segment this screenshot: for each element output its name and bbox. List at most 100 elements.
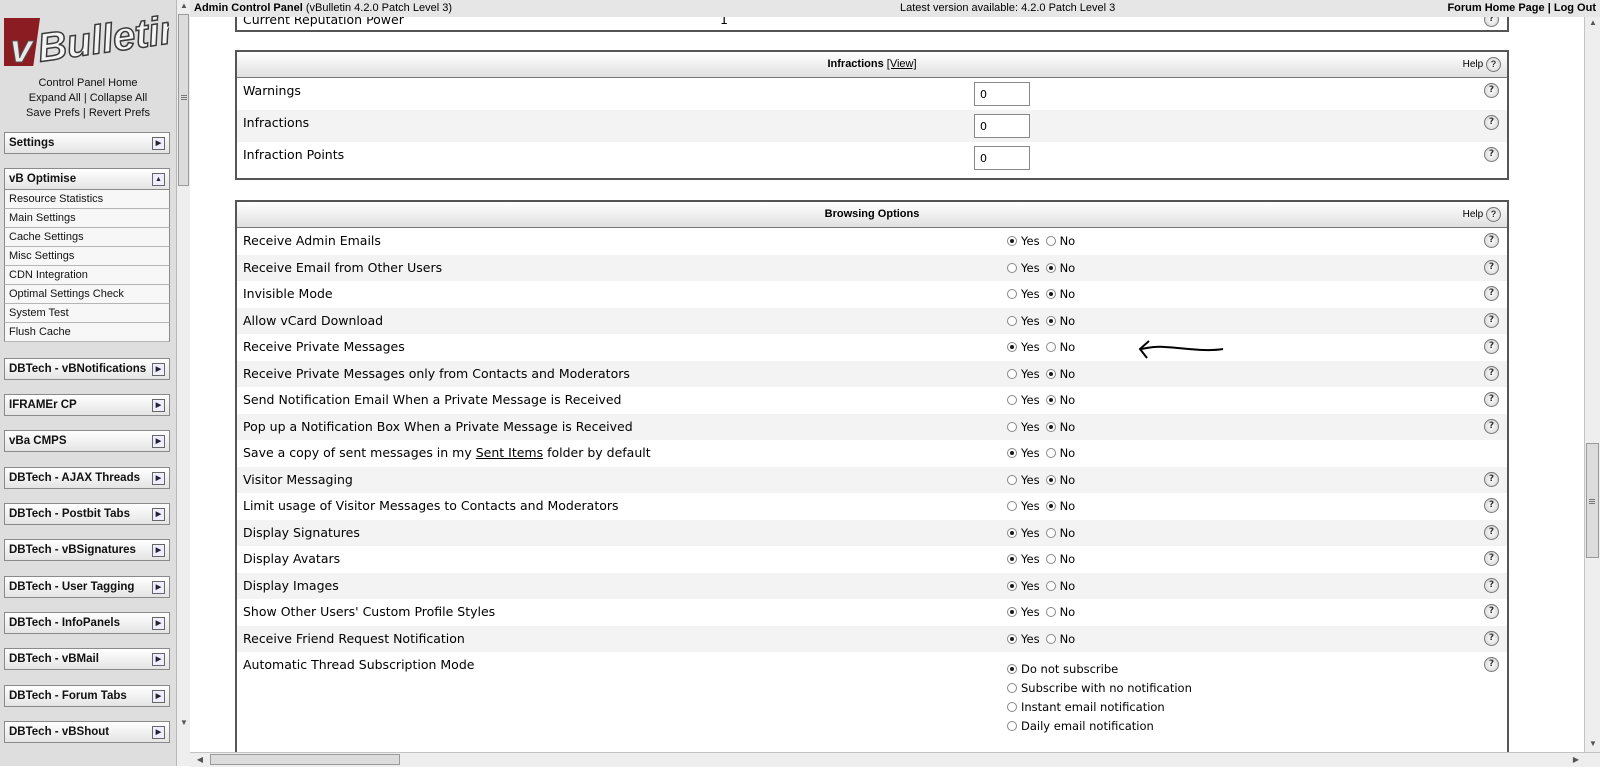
radio-button[interactable] — [1007, 289, 1017, 299]
expand-arrow-icon[interactable]: ▶ — [152, 363, 165, 376]
radio-button[interactable] — [1007, 236, 1017, 246]
radio-yes[interactable]: Yes — [1007, 526, 1040, 540]
nav-item-optimal-settings-check[interactable]: Optimal Settings Check — [4, 285, 170, 304]
subscription-option[interactable]: Subscribe with no notification — [1007, 679, 1192, 698]
radio-button[interactable] — [1045, 342, 1056, 352]
radio-button[interactable] — [1007, 262, 1017, 273]
expand-arrow-icon[interactable]: ▶ — [152, 472, 165, 485]
radio-yes[interactable]: Yes — [1007, 632, 1040, 646]
subscription-option[interactable]: Instant email notification — [1007, 698, 1192, 717]
radio-button[interactable] — [1007, 721, 1017, 731]
help-icon[interactable]: ? — [1484, 550, 1499, 566]
help-icon[interactable]: ? — [1484, 524, 1499, 540]
nav-group-header[interactable]: DBTech - vBNotifications ▶ — [4, 358, 170, 380]
radio-button[interactable] — [1045, 262, 1056, 273]
radio-button[interactable] — [1007, 474, 1017, 485]
help-icon[interactable]: ? — [1484, 114, 1499, 130]
nav-group-header[interactable]: vB Optimise ▲ — [4, 168, 170, 190]
scrollbar-thumb[interactable] — [210, 754, 400, 765]
control-panel-home-link[interactable]: Control Panel Home — [38, 77, 137, 89]
radio-no[interactable]: No — [1045, 340, 1075, 354]
help-icon[interactable]: ? — [1484, 603, 1499, 619]
expand-arrow-icon[interactable]: ▶ — [152, 581, 165, 594]
help-icon[interactable]: ? — [1484, 82, 1499, 98]
expand-arrow-icon[interactable]: ▶ — [152, 435, 165, 448]
radio-no[interactable]: No — [1045, 261, 1075, 275]
radio-button[interactable] — [1007, 554, 1017, 564]
radio-yes[interactable]: Yes — [1007, 261, 1040, 275]
radio-button[interactable] — [1007, 607, 1017, 617]
radio-button[interactable] — [1045, 368, 1056, 379]
help-link[interactable]: Help ? — [1463, 52, 1501, 77]
page-scrollbar[interactable]: ▲ ▼ — [1584, 17, 1600, 752]
nav-item-system-test[interactable]: System Test — [4, 304, 170, 323]
nav-item-misc-settings[interactable]: Misc Settings — [4, 247, 170, 266]
nav-group-header[interactable]: DBTech - vBSignatures ▶ — [4, 539, 170, 561]
radio-yes[interactable]: Yes — [1007, 420, 1040, 434]
radio-yes[interactable]: Yes — [1007, 446, 1040, 460]
radio-no[interactable]: No — [1045, 287, 1075, 301]
radio-button[interactable] — [1045, 289, 1056, 299]
infractions-input[interactable]: 0 — [974, 114, 1030, 138]
radio-button[interactable] — [1045, 474, 1056, 485]
scroll-down-arrow-icon[interactable]: ▼ — [1585, 738, 1600, 750]
nav-scrollbar[interactable]: ▲ ▼ — [176, 0, 190, 766]
expand-arrow-icon[interactable]: ▶ — [152, 617, 165, 630]
nav-item-resource-statistics[interactable]: Resource Statistics — [4, 190, 170, 209]
help-icon[interactable]: ? — [1484, 312, 1499, 328]
radio-no[interactable]: No — [1045, 526, 1075, 540]
radio-no[interactable]: No — [1045, 314, 1075, 328]
expand-arrow-icon[interactable]: ▶ — [152, 399, 165, 412]
nav-group-header[interactable]: DBTech - InfoPanels ▶ — [4, 612, 170, 634]
scroll-right-arrow-icon[interactable]: ▶ — [1570, 754, 1582, 766]
collapse-arrow-icon[interactable]: ▲ — [152, 173, 165, 186]
help-icon[interactable]: ? — [1484, 232, 1499, 248]
nav-group-header[interactable]: DBTech - vBMail ▶ — [4, 648, 170, 670]
expand-arrow-icon[interactable]: ▶ — [152, 690, 165, 703]
radio-button[interactable] — [1045, 554, 1056, 564]
radio-yes[interactable]: Yes — [1007, 367, 1040, 381]
radio-button[interactable] — [1045, 580, 1056, 591]
sent-items-link[interactable]: Sent Items — [476, 445, 543, 460]
radio-button[interactable] — [1045, 315, 1056, 326]
radio-button[interactable] — [1045, 421, 1056, 432]
subscription-option[interactable]: Do not subscribe — [1007, 660, 1192, 679]
horizontal-scrollbar[interactable]: ◀ ▶ — [190, 752, 1600, 767]
forum-home-link[interactable]: Forum Home Page — [1447, 2, 1544, 14]
radio-button[interactable] — [1045, 607, 1056, 617]
radio-no[interactable]: No — [1045, 579, 1075, 593]
expand-arrow-icon[interactable]: ▶ — [152, 137, 165, 150]
nav-group-header[interactable]: Settings ▶ — [4, 132, 170, 154]
nav-group-header[interactable]: DBTech - vBShout ▶ — [4, 721, 170, 743]
radio-button[interactable] — [1045, 448, 1056, 458]
radio-button[interactable] — [1007, 421, 1017, 432]
help-icon[interactable]: ? — [1484, 656, 1499, 672]
expand-arrow-icon[interactable]: ▶ — [152, 508, 165, 521]
radio-yes[interactable]: Yes — [1007, 552, 1040, 566]
radio-button[interactable] — [1007, 342, 1017, 352]
radio-button[interactable] — [1007, 395, 1017, 405]
nav-item-flush-cache[interactable]: Flush Cache — [4, 323, 170, 342]
nav-group-header[interactable]: DBTech - Forum Tabs ▶ — [4, 685, 170, 707]
help-icon[interactable]: ? — [1484, 259, 1499, 275]
nav-item-cdn-integration[interactable]: CDN Integration — [4, 266, 170, 285]
help-icon[interactable]: ? — [1486, 206, 1501, 222]
scroll-down-arrow-icon[interactable]: ▼ — [177, 717, 190, 729]
radio-no[interactable]: No — [1045, 367, 1075, 381]
radio-no[interactable]: No — [1045, 632, 1075, 646]
radio-no[interactable]: No — [1045, 473, 1075, 487]
radio-yes[interactable]: Yes — [1007, 234, 1040, 248]
nav-group-header[interactable]: DBTech - User Tagging ▶ — [4, 576, 170, 598]
radio-yes[interactable]: Yes — [1007, 340, 1040, 354]
radio-no[interactable]: No — [1045, 420, 1075, 434]
radio-button[interactable] — [1007, 580, 1017, 591]
radio-no[interactable]: No — [1045, 393, 1075, 407]
help-icon[interactable]: ? — [1484, 391, 1499, 407]
help-link[interactable]: Help ? — [1463, 202, 1501, 227]
nav-group-header[interactable]: DBTech - AJAX Threads ▶ — [4, 467, 170, 489]
help-icon[interactable]: ? — [1484, 471, 1499, 487]
expand-arrow-icon[interactable]: ▶ — [152, 726, 165, 739]
view-infractions-link[interactable]: [View] — [887, 58, 917, 70]
radio-no[interactable]: No — [1045, 552, 1075, 566]
radio-button[interactable] — [1007, 527, 1017, 538]
